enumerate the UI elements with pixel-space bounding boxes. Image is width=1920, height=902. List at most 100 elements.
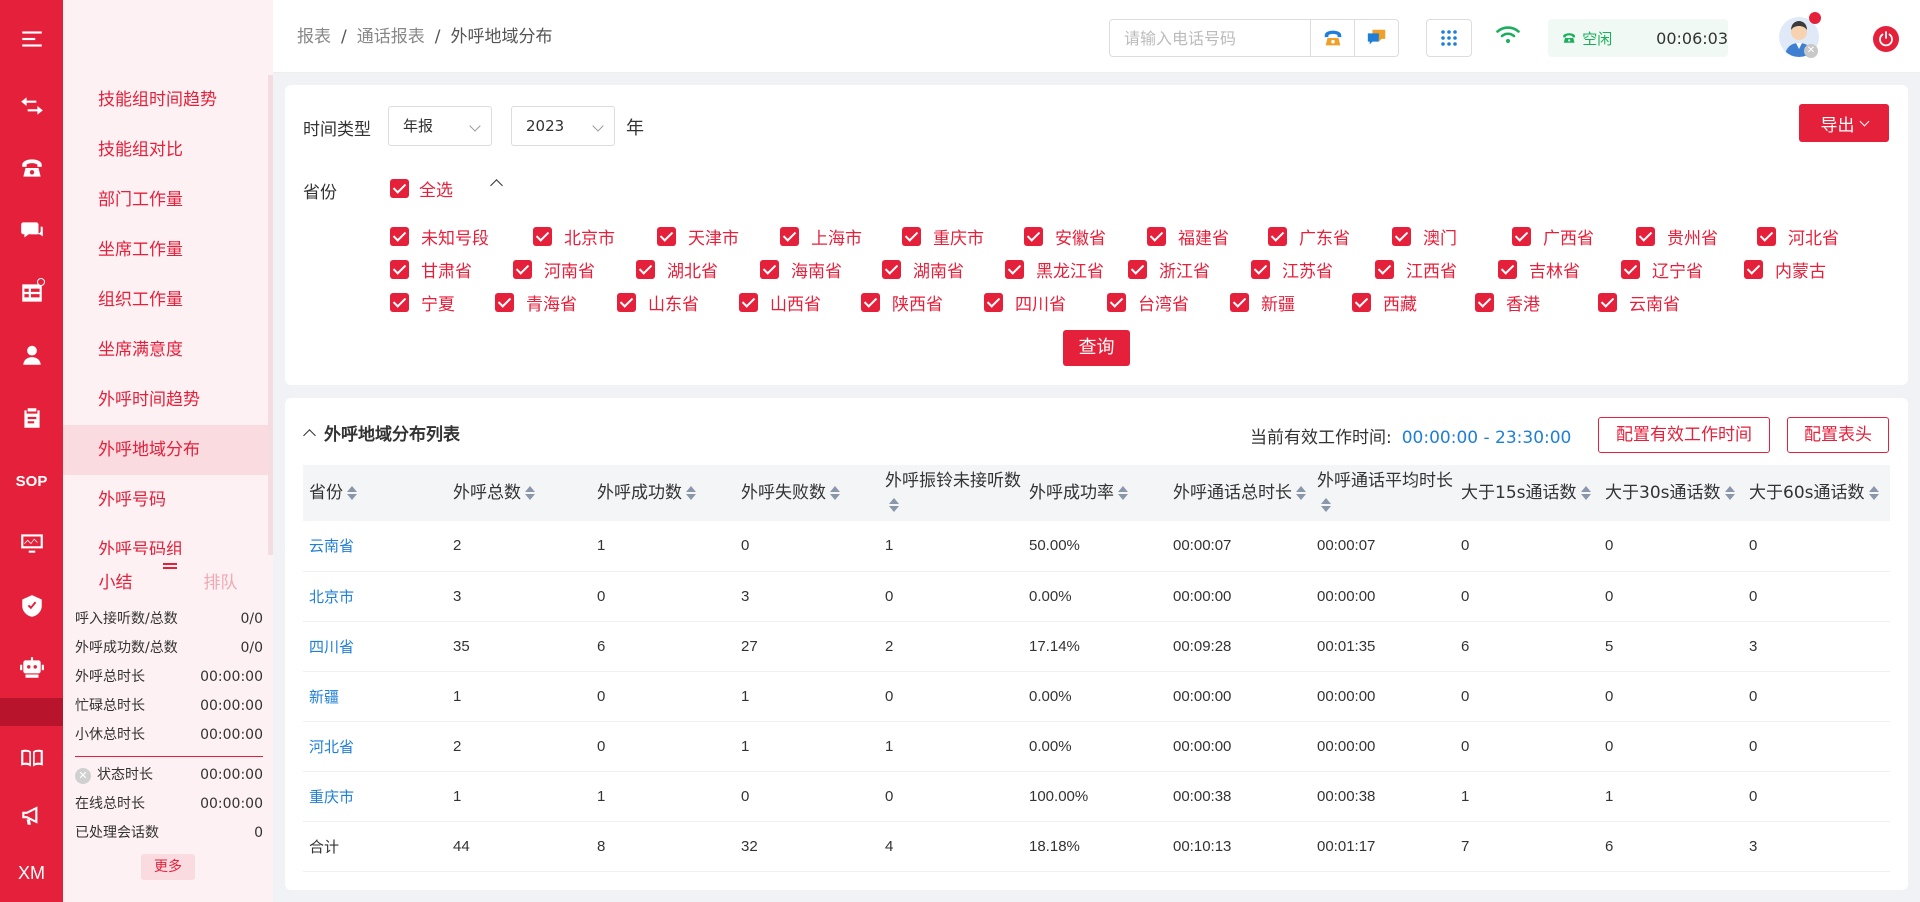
year-select[interactable]: 2023 [511, 106, 615, 146]
province-checkbox[interactable]: 福建省 [1147, 224, 1229, 249]
sort-icon[interactable] [1296, 485, 1306, 501]
province-checkbox[interactable]: 宁夏 [390, 290, 455, 315]
province-checkbox[interactable]: 湖北省 [636, 257, 718, 282]
sort-icon[interactable] [347, 485, 357, 501]
province-checkbox[interactable]: 台湾省 [1107, 290, 1189, 315]
app-grid-button[interactable] [1426, 19, 1472, 57]
export-button[interactable]: 导出 [1799, 104, 1889, 142]
agent-status[interactable]: 空闲 00:06:03 [1548, 19, 1728, 57]
province-link[interactable]: 新疆 [303, 671, 447, 722]
shield-icon[interactable] [0, 581, 63, 631]
province-checkbox[interactable]: 湖南省 [882, 257, 964, 282]
sort-icon[interactable] [1321, 497, 1331, 513]
xm-logo-icon[interactable]: XM [0, 848, 63, 898]
user-icon[interactable] [0, 330, 63, 380]
column-header[interactable]: 大于60s通话数 [1743, 465, 1890, 521]
more-button[interactable]: 更多 [141, 854, 195, 880]
province-checkbox[interactable]: 广西省 [1512, 224, 1594, 249]
menu-item-skill-compare[interactable]: 技能组对比 [63, 125, 268, 175]
book-icon[interactable] [0, 733, 63, 783]
column-header[interactable]: 外呼振铃未接听数 [879, 465, 1023, 521]
menu-item-outbound-number[interactable]: 外呼号码 [63, 475, 268, 525]
menu-item-agent-workload[interactable]: 坐席工作量 [63, 225, 268, 275]
menu-item-org-workload[interactable]: 组织工作量 [63, 275, 268, 325]
province-checkbox[interactable]: 贵州省 [1636, 224, 1718, 249]
province-checkbox[interactable]: 山西省 [739, 290, 821, 315]
province-checkbox[interactable]: 黑龙江省 [1005, 257, 1104, 282]
province-link[interactable]: 四川省 [303, 621, 447, 672]
column-header[interactable]: 大于15s通话数 [1455, 465, 1599, 521]
province-checkbox[interactable]: 澳门 [1392, 224, 1457, 249]
column-header[interactable]: 大于30s通话数 [1599, 465, 1743, 521]
phone-search-input[interactable] [1110, 20, 1310, 56]
province-checkbox[interactable]: 广东省 [1268, 224, 1350, 249]
province-checkbox[interactable]: 未知号段 [390, 224, 489, 249]
chat-icon[interactable] [0, 206, 63, 256]
phone-icon[interactable] [0, 143, 63, 193]
province-checkbox[interactable]: 香港 [1475, 290, 1540, 315]
sort-icon[interactable] [889, 497, 899, 513]
table-title[interactable]: 外呼地域分布列表 [303, 420, 460, 445]
province-checkbox[interactable]: 海南省 [760, 257, 842, 282]
column-header[interactable]: 外呼通话总时长 [1167, 465, 1311, 521]
province-checkbox[interactable]: 天津市 [657, 224, 739, 249]
province-checkbox[interactable]: 重庆市 [902, 224, 984, 249]
column-header[interactable]: 外呼成功数 [591, 465, 735, 521]
logout-button[interactable] [1873, 26, 1899, 52]
select-all-checkbox[interactable]: 全选 [390, 176, 453, 201]
province-link[interactable]: 北京市 [303, 571, 447, 622]
query-button[interactable]: 查询 [1063, 330, 1130, 366]
province-checkbox[interactable]: 山东省 [617, 290, 699, 315]
province-checkbox[interactable]: 北京市 [533, 224, 615, 249]
province-link[interactable]: 云南省 [303, 521, 447, 572]
column-header[interactable]: 省份 [303, 465, 447, 521]
province-checkbox[interactable]: 西藏 [1352, 290, 1417, 315]
menu-item-skill-trend[interactable]: 技能组时间趋势 [63, 75, 268, 125]
province-checkbox[interactable]: 辽宁省 [1621, 257, 1703, 282]
tab-summary[interactable]: 小结 [63, 568, 168, 593]
sort-icon[interactable] [686, 485, 696, 501]
province-checkbox[interactable]: 甘肃省 [390, 257, 472, 282]
sort-icon[interactable] [1868, 485, 1879, 501]
menu-item-outbound-region[interactable]: 外呼地域分布 [63, 425, 268, 475]
sop-icon[interactable]: SOP [0, 456, 63, 506]
province-checkbox[interactable]: 河北省 [1757, 224, 1839, 249]
column-header[interactable]: 外呼失败数 [735, 465, 879, 521]
province-link[interactable]: 重庆市 [303, 771, 447, 822]
province-checkbox[interactable]: 安徽省 [1024, 224, 1106, 249]
drag-handle-icon[interactable] [163, 563, 177, 569]
dial-button[interactable] [1310, 20, 1354, 56]
column-header[interactable]: 外呼通话平均时长 [1311, 465, 1455, 521]
province-checkbox[interactable]: 陕西省 [861, 290, 943, 315]
sort-icon[interactable] [830, 485, 840, 501]
province-checkbox[interactable]: 上海市 [780, 224, 862, 249]
sort-icon[interactable] [1580, 485, 1591, 501]
province-checkbox[interactable]: 浙江省 [1128, 257, 1210, 282]
province-checkbox[interactable]: 吉林省 [1498, 257, 1580, 282]
menu-item-agent-satisfaction[interactable]: 坐席满意度 [63, 325, 268, 375]
rail-selected-item[interactable] [0, 698, 63, 726]
column-header[interactable]: 外呼总数 [447, 465, 591, 521]
message-button[interactable] [1354, 20, 1398, 56]
sort-icon[interactable] [1724, 485, 1735, 501]
monitor-icon[interactable] [0, 518, 63, 568]
breadcrumb-reports[interactable]: 报表 [297, 27, 331, 47]
announcement-icon[interactable] [0, 790, 63, 840]
column-header[interactable]: 外呼成功率 [1023, 465, 1167, 521]
menu-toggle-icon[interactable] [0, 14, 63, 64]
time-type-select[interactable]: 年报 [388, 106, 492, 146]
sort-icon[interactable] [1118, 485, 1128, 501]
clear-icon[interactable]: ✕ [75, 767, 91, 784]
transfer-icon[interactable] [0, 81, 63, 131]
province-checkbox[interactable]: 内蒙古 [1744, 257, 1826, 282]
province-checkbox[interactable]: 河南省 [513, 257, 595, 282]
robot-icon[interactable] [0, 643, 63, 693]
clipboard-icon[interactable] [0, 393, 63, 443]
province-checkbox[interactable]: 四川省 [984, 290, 1066, 315]
config-header-button[interactable]: 配置表头 [1787, 417, 1889, 453]
province-checkbox[interactable]: 江西省 [1375, 257, 1457, 282]
province-checkbox[interactable]: 云南省 [1598, 290, 1680, 315]
report-grid-icon[interactable] [0, 268, 63, 318]
province-checkbox[interactable]: 青海省 [495, 290, 577, 315]
breadcrumb-call-reports[interactable]: 通话报表 [357, 27, 425, 47]
